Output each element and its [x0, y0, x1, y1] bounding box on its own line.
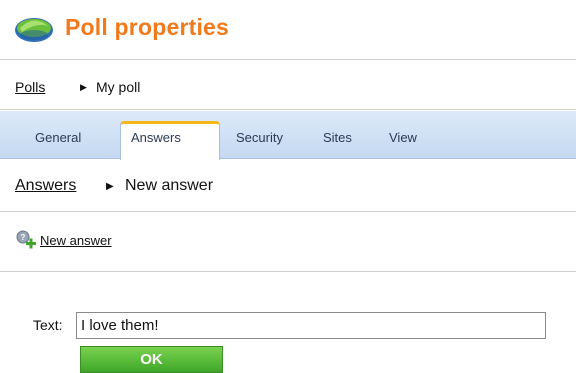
breadcrumb-current: My poll	[96, 79, 141, 95]
add-answer-icon: ?	[16, 230, 36, 249]
tab-sites[interactable]: Sites	[323, 130, 352, 145]
page-header: Poll properties	[0, 0, 576, 60]
actions-bar: ? New answer	[0, 212, 576, 272]
svg-text:?: ?	[21, 233, 26, 242]
page-title: Poll properties	[65, 14, 230, 40]
answers-breadcrumb: Answers ▶ New answer	[0, 160, 576, 212]
ok-button[interactable]: OK	[80, 346, 223, 373]
breadcrumb-current: New answer	[125, 177, 214, 194]
poll-icon	[15, 18, 53, 42]
new-answer-link[interactable]: New answer	[40, 233, 112, 248]
answer-text-input[interactable]	[76, 312, 546, 339]
tab-answers[interactable]: Answers	[131, 130, 181, 145]
breadcrumb-separator-icon: ▶	[106, 181, 114, 192]
breadcrumb-answers-link[interactable]: Answers	[15, 177, 76, 195]
tab-security[interactable]: Security	[236, 130, 283, 145]
text-field-label: Text:	[33, 317, 63, 333]
tab-general[interactable]: General	[35, 130, 81, 145]
breadcrumb-separator-icon: ▶	[80, 82, 87, 92]
tab-view[interactable]: View	[389, 130, 417, 145]
tab-bar: General Answers Security Sites View	[0, 111, 576, 160]
breadcrumb: Polls ▶ My poll	[0, 60, 576, 110]
breadcrumb-polls-link[interactable]: Polls	[15, 79, 45, 95]
